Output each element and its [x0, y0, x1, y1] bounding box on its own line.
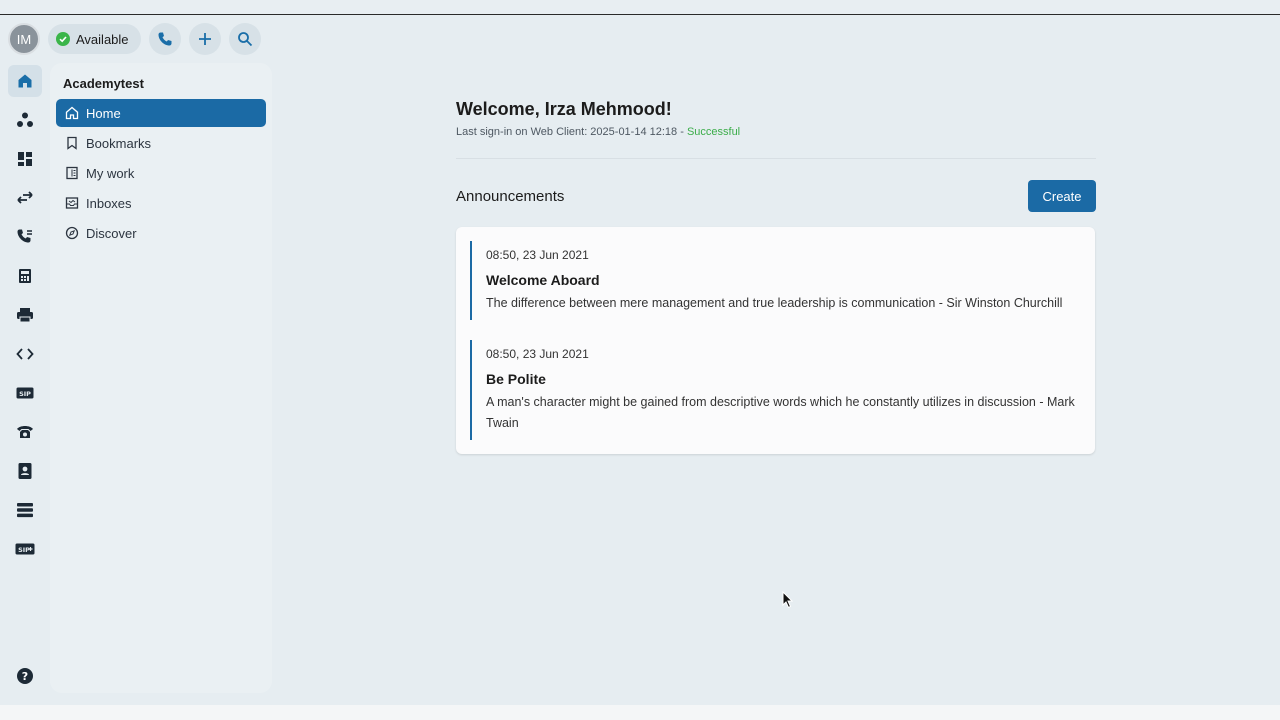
- nav-item-label: Home: [86, 105, 121, 121]
- page-title: Welcome, Irza Mehmood!: [456, 99, 672, 119]
- nav-item-discover[interactable]: Discover: [56, 219, 266, 247]
- phone-button[interactable]: [148, 23, 181, 55]
- printer-icon: [17, 308, 33, 323]
- bottom-strip: [0, 705, 1280, 720]
- rail-sip[interactable]: SIP: [8, 377, 42, 409]
- rail-telephone[interactable]: [8, 416, 42, 448]
- home-icon: [18, 74, 32, 88]
- svg-text:?: ?: [22, 670, 28, 683]
- search-icon: [237, 32, 252, 47]
- sip-plus-icon: SIP: [15, 543, 35, 555]
- rail-call-log[interactable]: [8, 221, 42, 253]
- home-icon: [65, 106, 79, 120]
- announcement-item[interactable]: 08:50, 23 Jun 2021 Be Polite A man's cha…: [470, 340, 1081, 440]
- announcement-body: The difference between mere management a…: [486, 296, 1063, 310]
- rail-home[interactable]: [8, 65, 42, 97]
- last-signin-info: Last sign-in on Web Client: 2025-01-14 1…: [456, 126, 1096, 140]
- add-button[interactable]: [188, 23, 221, 55]
- divider: [456, 158, 1096, 159]
- announcements-card: 08:50, 23 Jun 2021 Welcome Aboard The di…: [456, 227, 1095, 454]
- app-window: IM Available SIP SIP ? Academytest Home …: [0, 15, 1280, 705]
- icon-rail: SIP SIP: [8, 65, 42, 572]
- svg-text:SIP: SIP: [19, 390, 31, 398]
- nav-item-label: Inboxes: [86, 195, 132, 211]
- rail-transfer[interactable]: [8, 182, 42, 214]
- rail-sip-plus[interactable]: SIP: [8, 533, 42, 565]
- status-label: Available: [76, 31, 129, 47]
- announcement-body: A man's character might be gained from d…: [486, 395, 1075, 430]
- rail-dashboard[interactable]: [8, 143, 42, 175]
- team-icon: [17, 112, 33, 127]
- sip-icon: SIP: [16, 387, 34, 399]
- contacts-icon: [18, 463, 32, 479]
- announcement-item[interactable]: 08:50, 23 Jun 2021 Welcome Aboard The di…: [470, 241, 1081, 320]
- bookmark-icon: [67, 136, 77, 150]
- nav-item-label: Discover: [86, 225, 137, 241]
- nav-item-home[interactable]: Home: [56, 99, 266, 127]
- rail-calculator[interactable]: [8, 260, 42, 292]
- telephone-icon: [17, 426, 33, 438]
- announcement-subject: Be Polite: [486, 371, 546, 387]
- list-icon: [17, 503, 33, 518]
- signin-status: Successful: [686, 126, 741, 138]
- search-button[interactable]: [228, 23, 261, 55]
- phone-icon: [158, 32, 172, 46]
- code-icon: [16, 348, 34, 360]
- workspace-title: Academytest: [63, 76, 144, 91]
- main-content: Welcome, Irza Mehmood! Last sign-in on W…: [456, 95, 1096, 454]
- top-bar: IM Available: [8, 23, 261, 55]
- nav-item-inboxes[interactable]: Inboxes: [56, 189, 266, 217]
- inbox-icon: [65, 197, 79, 209]
- plus-icon: [198, 33, 211, 45]
- announcements-header: Announcements Create: [456, 180, 1096, 212]
- availability-status-button[interactable]: Available: [48, 24, 141, 54]
- check-icon: [56, 32, 70, 46]
- help-icon: ?: [17, 668, 33, 684]
- call-log-icon: [17, 229, 32, 243]
- announcement-subject: Welcome Aboard: [486, 272, 600, 288]
- nav-item-bookmarks[interactable]: Bookmarks: [56, 129, 266, 157]
- rail-list[interactable]: [8, 494, 42, 526]
- rail-code[interactable]: [8, 338, 42, 370]
- announcements-title: Announcements: [456, 187, 565, 205]
- rail-team[interactable]: [8, 104, 42, 136]
- transfer-icon: [17, 191, 33, 204]
- calculator-icon: [19, 269, 31, 283]
- nav-item-label: My work: [86, 165, 135, 181]
- create-button[interactable]: Create: [1028, 180, 1096, 212]
- last-signin-text: Last sign-in on Web Client: 2025-01-14 1…: [456, 126, 687, 138]
- announcement-time: 08:50, 23 Jun 2021: [486, 248, 589, 262]
- avatar[interactable]: IM: [8, 23, 40, 55]
- rail-printer[interactable]: [8, 299, 42, 331]
- svg-text:SIP: SIP: [18, 546, 30, 554]
- nav-panel: Academytest Home Bookmarks My work Inbox…: [50, 63, 272, 693]
- nav-item-my-work[interactable]: My work: [56, 159, 266, 187]
- compass-icon: [65, 226, 79, 240]
- document-icon: [66, 166, 78, 180]
- announcement-time: 08:50, 23 Jun 2021: [486, 347, 589, 361]
- dashboard-icon: [18, 152, 32, 166]
- nav-item-label: Bookmarks: [86, 135, 152, 151]
- rail-contacts[interactable]: [8, 455, 42, 487]
- mouse-cursor-icon: [782, 590, 794, 614]
- help-button[interactable]: ?: [8, 660, 42, 692]
